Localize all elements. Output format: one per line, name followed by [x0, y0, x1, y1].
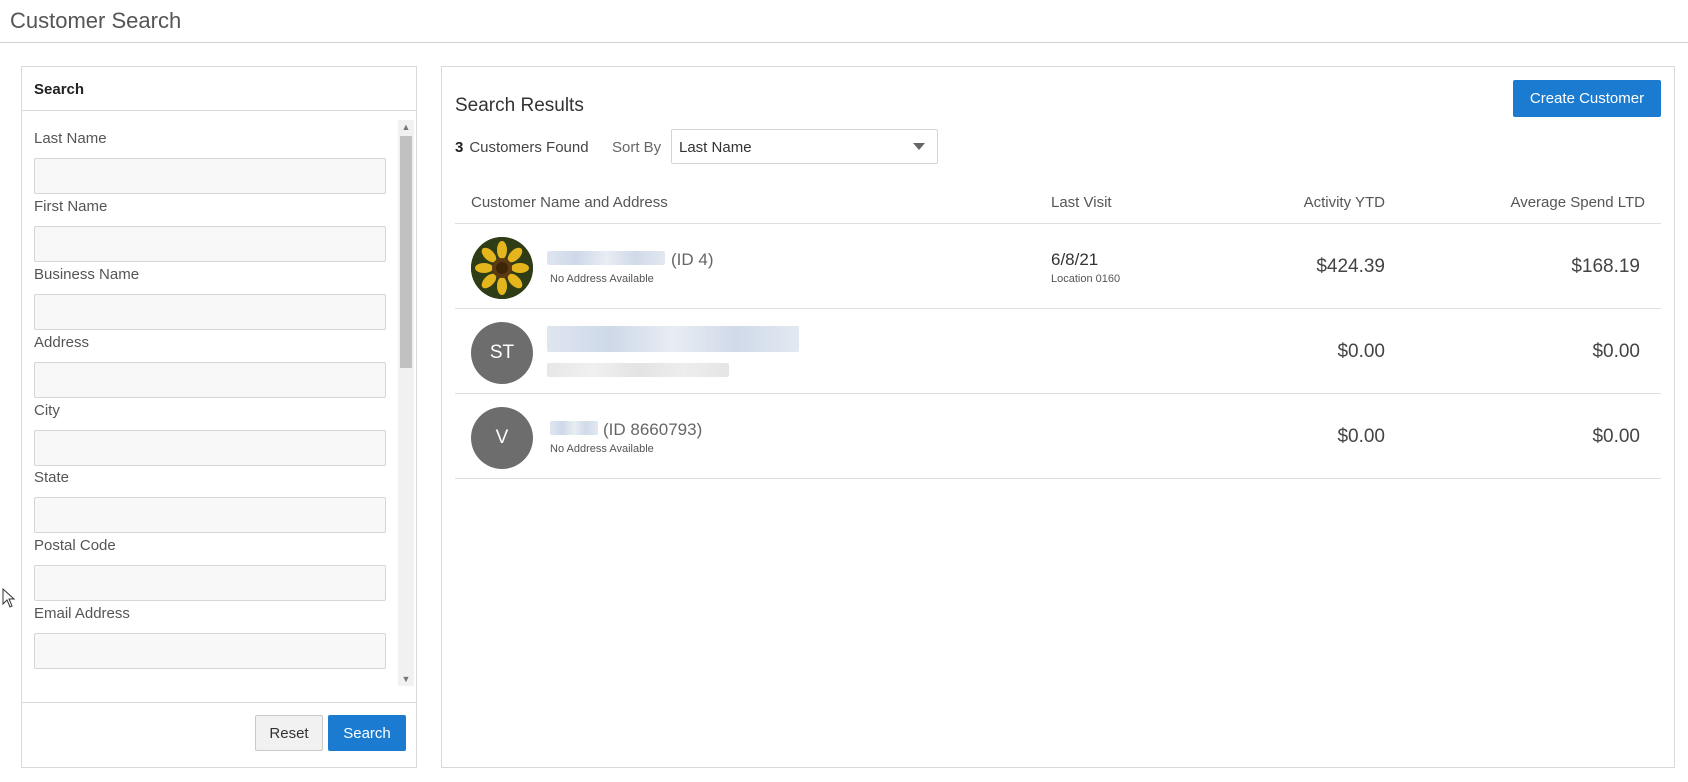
- customer-id: (ID 8660793): [603, 420, 703, 439]
- first-name-input[interactable]: [34, 226, 386, 262]
- activity-ytd: $0.00: [1337, 426, 1385, 447]
- search-footer: Reset Search: [22, 702, 416, 767]
- first-name-field: First Name: [34, 198, 386, 262]
- city-input[interactable]: [34, 430, 386, 466]
- search-button[interactable]: Search: [328, 715, 406, 751]
- customer-address: No Address Available: [550, 273, 654, 285]
- table-header: Customer Name and Address Last Visit Act…: [455, 178, 1661, 224]
- business-name-field: Business Name: [34, 266, 386, 330]
- last-visit-date: 6/8/21: [1051, 250, 1099, 269]
- average-spend-ltd: $168.19: [1571, 256, 1640, 277]
- activity-ytd: $424.39: [1316, 256, 1385, 277]
- reset-button[interactable]: Reset: [255, 715, 323, 751]
- city-label: City: [34, 402, 60, 419]
- postal-code-field: Postal Code: [34, 537, 386, 601]
- search-scrollbar[interactable]: ▲ ▼: [398, 120, 414, 686]
- search-panel: Search Last Name First Name Business Nam…: [21, 66, 417, 768]
- chevron-down-icon: [913, 143, 925, 150]
- sort-by-value: Last Name: [679, 139, 752, 156]
- sunflower-avatar-icon: [471, 237, 533, 299]
- scroll-up-arrow-icon[interactable]: ▲: [398, 120, 414, 134]
- scroll-thumb[interactable]: [400, 136, 412, 368]
- results-table: Customer Name and Address Last Visit Act…: [455, 178, 1661, 479]
- customer-address: No Address Available: [550, 443, 654, 455]
- state-label: State: [34, 469, 70, 486]
- state-field: State: [34, 469, 386, 533]
- postal-code-input[interactable]: [34, 565, 386, 601]
- table-row[interactable]: ST $0.00 $0.00: [455, 309, 1661, 394]
- search-fields-scroll-area: Last Name First Name Business Name Addre…: [22, 112, 416, 692]
- redacted-name: [547, 251, 665, 265]
- activity-ytd: $0.00: [1337, 341, 1385, 362]
- last-name-field: Last Name: [34, 130, 386, 194]
- sort-by-select[interactable]: Last Name: [671, 129, 938, 164]
- scroll-down-arrow-icon[interactable]: ▼: [398, 672, 414, 686]
- table-row[interactable]: V (ID 8660793) No Address Available $0.0…: [455, 394, 1661, 479]
- city-field: City: [34, 402, 386, 466]
- results-count-number: 3: [455, 139, 464, 156]
- last-name-label: Last Name: [34, 130, 107, 147]
- last-visit-location: Location 0160: [1051, 273, 1121, 285]
- address-label: Address: [34, 334, 90, 351]
- avatar-initials: V: [471, 407, 533, 469]
- results-panel: Search Results Create Customer 3 Customer…: [441, 66, 1675, 768]
- mouse-cursor-icon: [2, 588, 16, 608]
- page-header: Customer Search: [0, 0, 1688, 43]
- column-header-average-spend[interactable]: Average Spend LTD: [1445, 194, 1645, 211]
- first-name-label: First Name: [34, 198, 108, 215]
- redacted-address: [547, 363, 729, 377]
- column-header-activity[interactable]: Activity YTD: [1185, 194, 1385, 211]
- postal-code-label: Postal Code: [34, 537, 116, 554]
- avatar-initials: ST: [471, 322, 533, 384]
- results-title: Search Results: [455, 95, 584, 116]
- results-count: 3 Customers Found: [455, 139, 589, 156]
- column-header-name[interactable]: Customer Name and Address: [471, 194, 668, 211]
- average-spend-ltd: $0.00: [1592, 426, 1640, 447]
- address-input[interactable]: [34, 362, 386, 398]
- state-input[interactable]: [34, 497, 386, 533]
- search-panel-title: Search: [22, 67, 416, 111]
- column-header-last-visit[interactable]: Last Visit: [1051, 194, 1112, 211]
- page-title: Customer Search: [10, 8, 182, 33]
- create-customer-button[interactable]: Create Customer: [1513, 80, 1661, 117]
- redacted-name: [550, 421, 598, 435]
- address-field: Address: [34, 334, 386, 398]
- results-count-label: Customers Found: [469, 139, 589, 156]
- email-address-field: Email Address: [34, 605, 386, 669]
- table-row[interactable]: (ID 4) No Address Available 6/8/21 Locat…: [455, 224, 1661, 309]
- sort-by-label: Sort By: [612, 139, 662, 156]
- redacted-name: [547, 326, 799, 352]
- email-address-input[interactable]: [34, 633, 386, 669]
- average-spend-ltd: $0.00: [1592, 341, 1640, 362]
- business-name-label: Business Name: [34, 266, 140, 283]
- email-address-label: Email Address: [34, 605, 130, 622]
- business-name-input[interactable]: [34, 294, 386, 330]
- customer-id: (ID 4): [671, 250, 714, 269]
- last-name-input[interactable]: [34, 158, 386, 194]
